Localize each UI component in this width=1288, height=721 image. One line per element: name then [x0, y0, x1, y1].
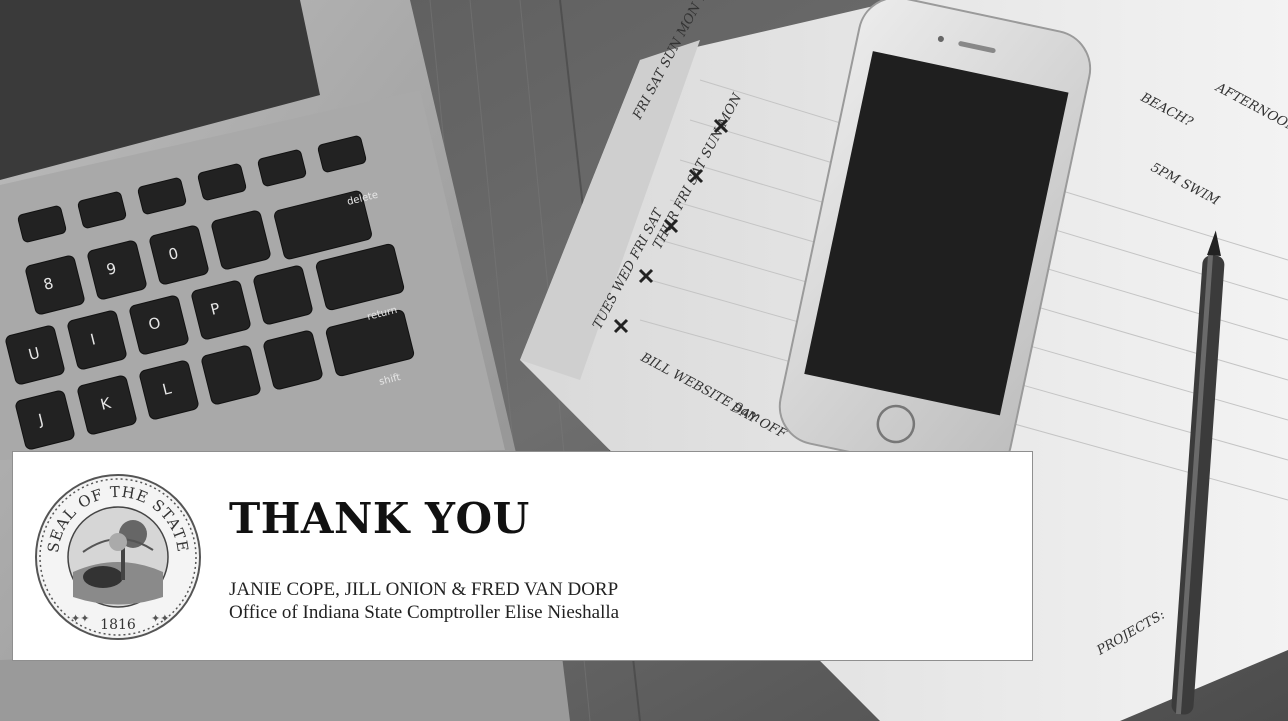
svg-text:✦✦: ✦✦	[151, 612, 169, 625]
title-card: SEAL OF THE STATE OF INDIANA 1816 ✦✦ ✦✦ …	[12, 451, 1033, 661]
svg-text:✦✦: ✦✦	[71, 612, 89, 625]
slide: delete return shift 8 9 0 U I O P J K L	[0, 0, 1288, 721]
indiana-seal-logo: SEAL OF THE STATE OF INDIANA 1816 ✦✦ ✦✦	[33, 472, 203, 642]
seal-year: 1816	[100, 617, 136, 633]
page-title: THANK YOU	[229, 494, 530, 543]
authors-line: JANIE COPE, JILL ONION & FRED VAN DORP	[229, 579, 619, 600]
organization-line: Office of Indiana State Comptroller Elis…	[229, 602, 620, 623]
